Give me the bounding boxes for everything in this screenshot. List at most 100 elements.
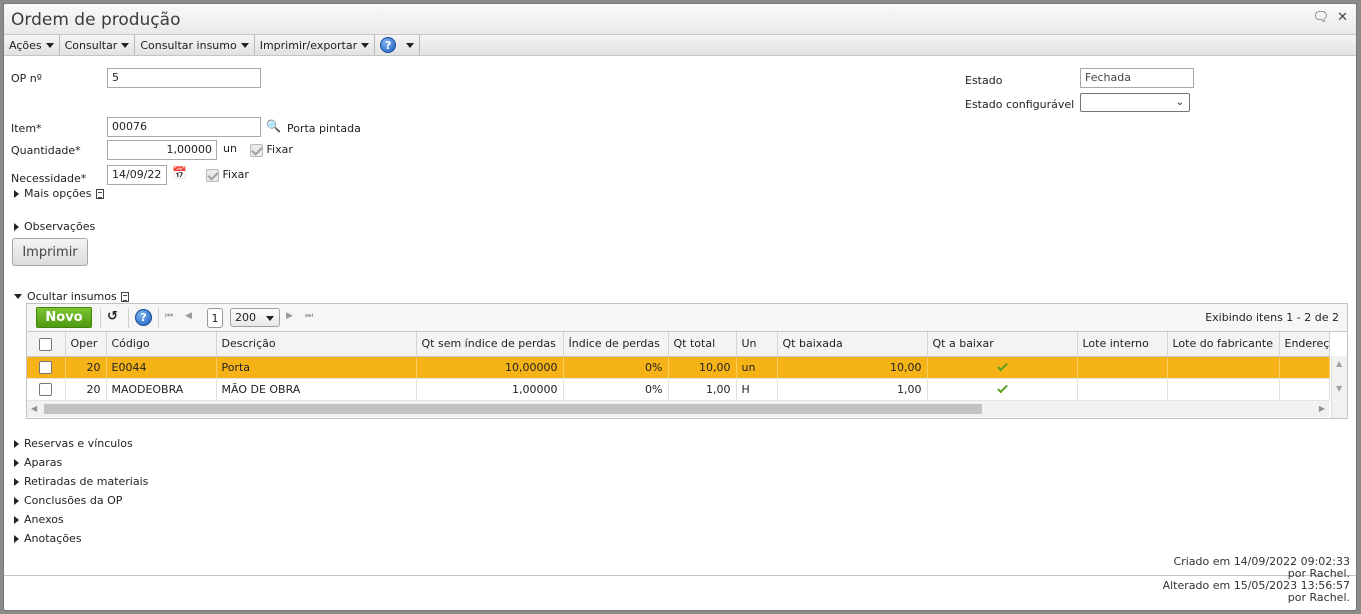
next-page-icon[interactable]: ▶ [286,311,293,321]
column-header[interactable]: Oper [65,332,107,357]
reservas-vinculos-toggle[interactable]: Reservas e vínculos [14,437,133,450]
menu-imprimir-exportar-label: Imprimir/exportar [259,38,358,52]
page-number[interactable]: 1 [207,308,223,328]
vertical-scrollbar[interactable]: ▲ ▼ [1331,356,1347,418]
quantidade-label: Quantidade* [11,144,81,157]
aparas-toggle[interactable]: Aparas [14,456,62,469]
scroll-right-icon[interactable]: ▶ [1319,404,1325,413]
cell-indice-perdas: 0% [563,378,669,401]
cell-endereco [1279,356,1330,379]
row-select-cell [27,378,66,401]
scroll-down-icon[interactable]: ▼ [1336,384,1342,393]
item-label: Item* [11,122,42,135]
row-checkbox[interactable] [39,360,53,374]
expand-arrow-icon [14,458,19,467]
search-icon[interactable]: 🔍 [266,119,281,133]
window-title: Ordem de produção [11,10,181,30]
chevron-down-icon [45,42,54,48]
column-header[interactable]: Endereço [1279,332,1330,357]
select-all-header [27,332,66,357]
page-size-select[interactable]: 200 [230,308,280,327]
menu-consultar-insumo-label: Consultar insumo [140,38,237,52]
grid-toolbar: Novo ↺ ? ⏮ ◀ 1 200 ▶ ⏭ Exibindo itens 1 … [27,304,1347,332]
anotacoes-toggle[interactable]: Anotações [14,532,82,545]
title-bar-icons: 🗨 ✕ [1313,10,1348,25]
column-header[interactable]: Descrição [216,332,417,357]
op-number-field[interactable]: 5 [107,68,261,88]
menu-consultar[interactable]: Consultar [60,35,136,55]
novo-button[interactable]: Novo [36,307,92,328]
necessidade-date-field[interactable]: 14/09/22 [107,165,167,185]
last-page-icon[interactable]: ⏭ [305,311,313,321]
quantidade-field[interactable]: 1,00000 [107,140,217,160]
cell-qt-total: 1,00 [668,378,737,401]
mais-opcoes-toggle[interactable]: Mais opções [14,187,104,200]
expand-arrow-icon [14,189,19,198]
menu-consultar-insumo[interactable]: Consultar insumo [135,35,255,55]
chevron-down-icon [266,316,274,321]
estado-configuravel-select[interactable]: ⌄ [1080,93,1190,112]
menu-consultar-label: Consultar [64,38,118,52]
quantidade-unit: un [223,142,237,155]
anexos-toggle[interactable]: Anexos [14,513,64,526]
cell-lote-interno [1077,356,1168,379]
column-header[interactable]: Lote interno [1077,332,1168,357]
scroll-up-icon[interactable]: ▲ [1336,359,1342,368]
estado-field[interactable]: Fechada [1080,68,1194,88]
fixar-quantidade-checkbox[interactable] [250,143,263,157]
ocultar-insumos-toggle[interactable]: Ocultar insumos [14,290,129,303]
select-all-checkbox[interactable] [39,337,53,351]
refresh-icon[interactable]: ↺ [107,309,118,324]
calendar-icon[interactable]: 📅 [172,166,187,180]
op-label: OP nº [11,72,42,85]
horizontal-scrollbar[interactable]: ◀ ▶ [27,401,1329,417]
observacoes-toggle[interactable]: Observações [14,220,95,233]
cell-lote-fabricante [1167,378,1280,401]
table-row[interactable]: 20 MAODEOBRA MÃO DE OBRA 1,00000 0% 1,00… [27,378,1330,401]
column-header[interactable]: Lote do fabricante [1167,332,1280,357]
table-row[interactable]: 20 E0044 Porta 10,00000 0% 10,00 un 10,0… [27,356,1330,379]
menu-help[interactable]: ? [375,35,421,55]
conclusoes-op-toggle[interactable]: Conclusões da OP [14,494,122,507]
column-header[interactable]: Qt baixada [777,332,928,357]
cell-un: H [736,378,778,401]
row-checkbox[interactable] [39,382,53,396]
comment-icon[interactable]: 🗨 [1313,10,1330,25]
chevron-down-icon: ⌄ [1175,97,1184,108]
first-page-icon[interactable]: ⏮ [165,311,173,321]
observacoes-label: Observações [24,220,96,233]
column-header[interactable]: Un [736,332,778,357]
production-order-window: Ordem de produção 🗨 ✕ Ações Consultar Co… [3,3,1357,611]
horizontal-scroll-thumb[interactable] [44,404,982,414]
cell-qt-baixada: 10,00 [777,356,928,379]
retiradas-materiais-toggle[interactable]: Retiradas de materiais [14,475,148,488]
previous-page-icon[interactable]: ◀ [185,311,192,321]
fixar-necessidade-checkbox[interactable] [206,168,219,182]
column-header[interactable]: Índice de perdas [563,332,669,357]
fixar-quantidade-option: Fixar [250,143,293,157]
menu-acoes-label: Ações [9,38,42,52]
column-header[interactable]: Qt total [668,332,737,357]
item-field[interactable]: 00076 [107,117,261,137]
column-header[interactable]: Qt a baixar [927,332,1078,357]
help-icon[interactable]: ? [135,309,152,326]
checkmark-icon [996,382,1008,393]
cell-oper: 20 [65,356,107,379]
menu-imprimir-exportar[interactable]: Imprimir/exportar [255,35,376,55]
menu-acoes[interactable]: Ações [4,35,60,55]
cell-endereco [1279,378,1330,401]
document-icon [120,291,129,302]
document-icon [95,188,104,199]
row-select-cell [27,356,66,379]
column-header[interactable]: Código [106,332,217,357]
toolbar-separator [158,308,159,328]
ocultar-insumos-label: Ocultar insumos [27,290,117,303]
imprimir-button[interactable]: Imprimir [12,238,88,266]
collapse-arrow-icon [14,294,22,299]
close-icon[interactable]: ✕ [1337,10,1348,25]
cell-codigo: MAODEOBRA [106,378,217,401]
scroll-left-icon[interactable]: ◀ [31,404,37,413]
column-header[interactable]: Qt sem índice de perdas [416,332,564,357]
form-content: OP nº 5 Estado Fechada Estado configuráv… [4,56,1356,576]
section-label: Reservas e vínculos [24,437,133,450]
